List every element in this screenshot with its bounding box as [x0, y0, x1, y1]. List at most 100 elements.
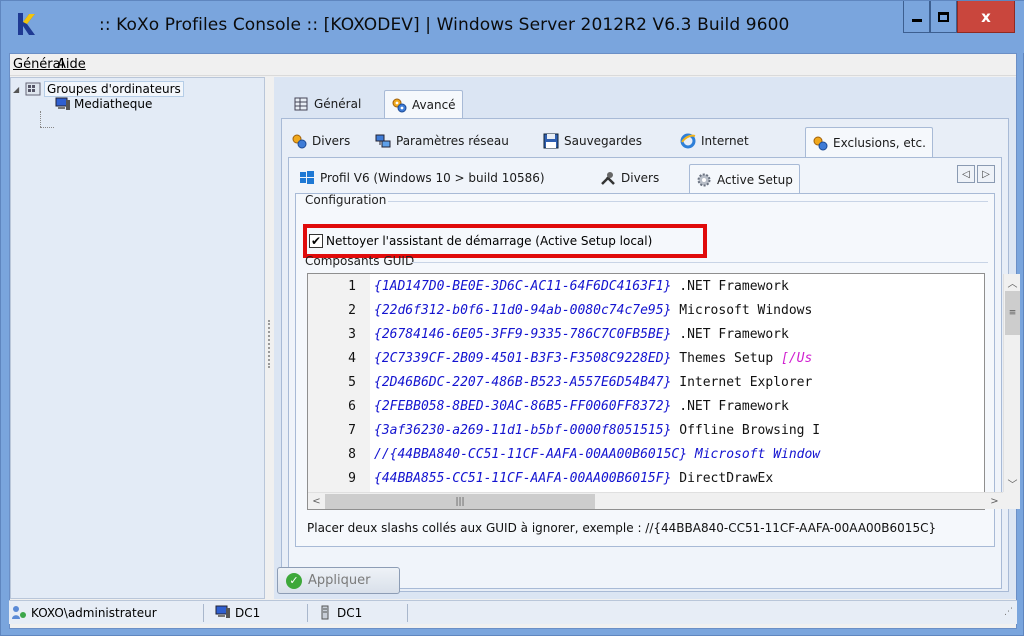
status-separator: [307, 604, 308, 622]
computer-groups-tree[interactable]: ◢ Groupes d'ordinateurs Mediatheque: [10, 77, 265, 599]
tab-active-setup-label: Active Setup: [717, 172, 793, 187]
menu-bar: Général Aide: [10, 54, 1016, 76]
title-bar[interactable]: :: KoXo Profiles Console :: [KOXODEV] | …: [1, 1, 1024, 53]
guid-value: {2D46B6DC-2207-486B-B523-A557E6D54B47}: [374, 375, 672, 390]
resize-grip-icon[interactable]: ⋰: [1004, 607, 1013, 617]
tab-profil-v6-label: Profil V6 (Windows 10 > build 10586): [320, 171, 545, 185]
code-text: {2FEBB058-8BED-30AC-86B5-FF0060FF8372} .…: [374, 399, 789, 414]
line-number: 4: [348, 351, 356, 366]
tab-parametres-reseau[interactable]: Paramètres réseau: [369, 129, 515, 153]
splitter-grip-icon: [268, 320, 270, 368]
component-name: .NET Framework: [671, 327, 789, 342]
line-number: 2: [348, 303, 356, 318]
component-name: .NET Framework: [671, 399, 789, 414]
guid-value: {1AD147D0-BE0E-3D6C-AC11-64F6DC4163F1}: [374, 279, 672, 294]
tools-icon: [601, 172, 615, 185]
tab-internet[interactable]: Internet: [674, 129, 755, 153]
code-text: {22d6f312-b0f6-11d0-94ab-0080c74c7e95} M…: [374, 303, 812, 318]
code-line[interactable]: 5 {2D46B6DC-2207-486B-B523-A557E6D54B47} …: [308, 372, 1003, 396]
active-setup-panel: Configuration ✔ Nettoyer l'assistant de …: [295, 193, 1020, 547]
code-line[interactable]: 1 {1AD147D0-BE0E-3D6C-AC11-64F6DC4163F1} …: [308, 276, 1003, 300]
guid-code-area[interactable]: 1 {1AD147D0-BE0E-3D6C-AC11-64F6DC4163F1} …: [308, 276, 1003, 492]
checkmark-circle-icon: ✓: [286, 572, 302, 589]
scroll-down-icon[interactable]: ﹀: [1004, 475, 1021, 492]
code-line[interactable]: 8 //{44BBA840-CC51-11CF-AAFA-00AA00B6015C…: [308, 444, 1003, 468]
tab-avance-label: Avancé: [412, 98, 456, 112]
component-name: .NET Framework: [671, 279, 789, 294]
scroll-up-icon[interactable]: ︿: [1004, 274, 1021, 291]
component-name: Microsoft Windows: [671, 303, 813, 318]
status-server-label: DC1: [337, 605, 363, 620]
tab-avance[interactable]: Avancé: [384, 90, 463, 119]
code-line[interactable]: 4 {2C7339CF-2B09-4501-B3F3-F3508C9228ED} …: [308, 348, 1003, 372]
tree-connector: [40, 111, 41, 127]
guid-hint-text: Placer deux slashs collés aux GUID à ign…: [307, 521, 937, 535]
tab-divers[interactable]: Divers: [285, 129, 356, 153]
code-line[interactable]: 2 {22d6f312-b0f6-11d0-94ab-0080c74c7e95} …: [308, 300, 1003, 324]
code-line[interactable]: 7 {3af36230-a269-11d1-b5bf-0000f8051515} …: [308, 420, 1003, 444]
tab-general-label: Général: [314, 97, 362, 111]
component-name: Themes Setup: [671, 351, 781, 366]
scroll-left-icon[interactable]: <: [308, 493, 325, 510]
tab-active-setup[interactable]: Active Setup: [689, 164, 800, 194]
maximize-icon: [938, 11, 949, 22]
tab-profil-v6[interactable]: Profil V6 (Windows 10 > build 10586): [293, 166, 551, 190]
code-line[interactable]: 6 {2FEBB058-8BED-30AC-86B5-FF0060FF8372} …: [308, 396, 1003, 420]
tab-sauvegardes[interactable]: Sauvegardes: [537, 129, 648, 153]
maximize-button[interactable]: [930, 1, 957, 33]
active-setup-cleanup-option[interactable]: ✔ Nettoyer l'assistant de démarrage (Act…: [303, 224, 707, 258]
guid-value: {44BBA855-CC51-11CF-AAFA-00AA00B6015F}: [374, 471, 672, 486]
vertical-scroll-thumb[interactable]: ≡: [1005, 291, 1020, 335]
line-number: 9: [348, 471, 356, 486]
active-setup-cleanup-checkbox[interactable]: ✔: [309, 234, 323, 248]
minimize-button[interactable]: [903, 1, 930, 33]
collapse-arrow-icon[interactable]: ◢: [13, 85, 25, 94]
cog-icon: [697, 173, 711, 186]
tab-exclusions[interactable]: Exclusions, etc.: [805, 127, 933, 157]
tree-item-groupes[interactable]: ◢ Groupes d'ordinateurs: [13, 81, 184, 97]
status-separator: [203, 604, 204, 622]
windows-icon: [300, 171, 314, 184]
tab-sauvegardes-label: Sauvegardes: [564, 134, 643, 148]
tab-scroll-left-icon[interactable]: ◁: [957, 165, 975, 183]
status-computer-label: DC1: [235, 605, 261, 620]
minimize-icon: [911, 19, 922, 22]
menu-aide[interactable]: Aide: [57, 57, 86, 72]
horizontal-scroll-thumb[interactable]: |||: [325, 494, 595, 509]
vertical-scrollbar[interactable]: ︿ ≡ ﹀: [1003, 274, 1020, 492]
panel-splitter[interactable]: [265, 77, 274, 599]
component-name: Offline Browsing I: [671, 423, 821, 438]
guid-value: {2FEBB058-8BED-30AC-86B5-FF0060FF8372}: [374, 399, 672, 414]
apply-button-label: Appliquer: [308, 573, 371, 588]
code-line[interactable]: 9 {44BBA855-CC51-11CF-AAFA-00AA00B6015F} …: [308, 468, 1003, 492]
computer-group-icon: [25, 82, 41, 96]
guid-editor[interactable]: 1 {1AD147D0-BE0E-3D6C-AC11-64F6DC4163F1} …: [307, 273, 1020, 510]
apply-button[interactable]: ✓ Appliquer: [277, 567, 400, 594]
tab-divers-label: Divers: [312, 134, 351, 148]
configuration-group-label: Configuration: [305, 193, 387, 207]
divider: [388, 201, 988, 202]
server-icon: [321, 605, 329, 620]
tab-scroll-arrows: ◁ ▷: [957, 165, 995, 183]
avance-tab-panel: Divers Paramètres réseau Sauvegardes Int…: [281, 118, 1020, 592]
status-user: KOXO\administrateur: [11, 605, 157, 620]
horizontal-scrollbar[interactable]: < ||| >: [308, 492, 1003, 509]
close-button[interactable]: x: [957, 1, 1015, 33]
code-text: {3af36230-a269-11d1-b5bf-0000f8051515} O…: [374, 423, 820, 438]
floppy-icon: [543, 133, 559, 149]
code-line[interactable]: 3 {26784146-6E05-3FF9-9335-786C7C0FB5BE} …: [308, 324, 1003, 348]
gears-icon: [813, 136, 828, 150]
code-text: {26784146-6E05-3FF9-9335-786C7C0FB5BE} .…: [374, 327, 789, 342]
component-name: Internet Explorer: [671, 375, 813, 390]
line-number: 6: [348, 399, 356, 414]
tab-scroll-right-icon[interactable]: ▷: [977, 165, 995, 183]
status-user-label: KOXO\administrateur: [31, 605, 157, 620]
status-bar: KOXO\administrateur DC1 DC1 ⋰: [9, 600, 1017, 624]
computer-icon: [215, 605, 230, 618]
code-text: {44BBA855-CC51-11CF-AAFA-00AA00B6015F} D…: [374, 471, 773, 486]
tab-general[interactable]: Général: [287, 92, 367, 116]
scroll-right-icon[interactable]: >: [986, 493, 1003, 510]
code-text: {1AD147D0-BE0E-3D6C-AC11-64F6DC4163F1} .…: [374, 279, 789, 294]
tree-item-mediatheque[interactable]: Mediatheque: [55, 97, 152, 111]
tab-divers-sub[interactable]: Divers: [594, 166, 665, 190]
